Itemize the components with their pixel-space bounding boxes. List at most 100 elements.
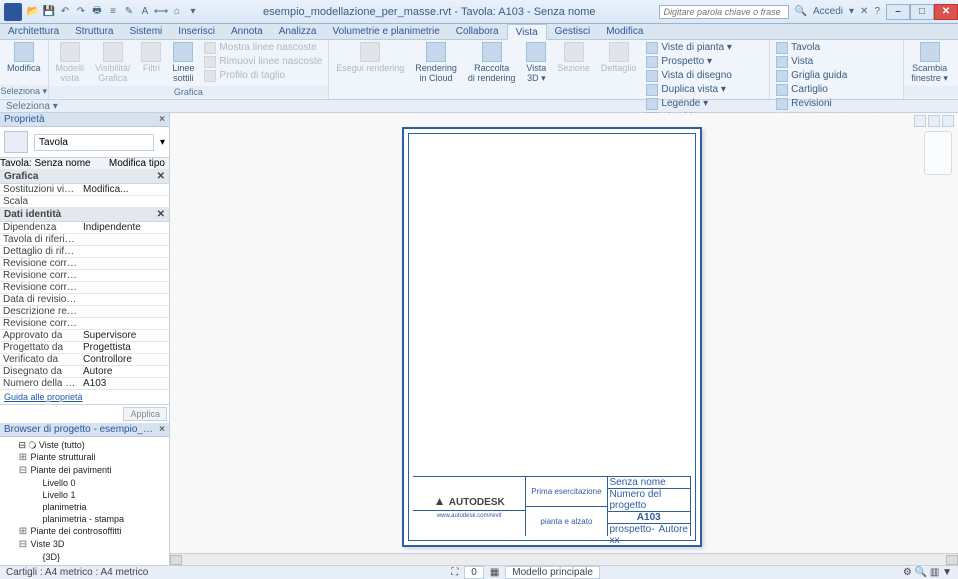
ribbon-tab[interactable]: Sistemi — [122, 24, 171, 39]
tree-item[interactable]: Livello 0 — [4, 477, 165, 489]
ribbon-small-button[interactable]: Prospetto ▾ — [643, 55, 766, 69]
minimize-button[interactable]: – — [886, 4, 910, 20]
ribbon-small-button[interactable]: Vista di disegno — [643, 69, 766, 83]
tree-item[interactable]: Livello 1 — [4, 489, 165, 501]
property-row[interactable]: Verificato daControllore — [0, 354, 169, 366]
close-button[interactable]: ✕ — [934, 4, 958, 20]
property-row[interactable]: Dettaglio di riferimento — [0, 246, 169, 258]
qat-icon[interactable]: ⌂ — [170, 5, 184, 19]
property-value[interactable]: Autore — [80, 366, 169, 377]
status-icon[interactable]: ▦ — [490, 567, 499, 578]
qat-open-icon[interactable]: 📂 — [26, 5, 40, 19]
search-icon[interactable]: 🔍 — [795, 6, 807, 17]
ribbon-button[interactable]: Scambia finestre ▾ — [907, 41, 952, 85]
help-search-input[interactable] — [659, 5, 789, 19]
qat-dropdown-icon[interactable]: ▾ — [186, 5, 200, 19]
ribbon-tab[interactable]: Gestisci — [547, 24, 599, 39]
maximize-button[interactable]: □ — [910, 4, 934, 20]
property-row[interactable]: Tavola di riferimento — [0, 234, 169, 246]
ribbon-tab[interactable]: Analizza — [271, 24, 325, 39]
ribbon-tab[interactable]: Architettura — [0, 24, 67, 39]
property-row[interactable]: Numero della tavolaA103 — [0, 378, 169, 390]
workset-selector[interactable]: Modello principale — [505, 566, 600, 579]
property-row[interactable]: Sostituzioni visibilità/grafi...Modifica… — [0, 184, 169, 196]
tree-item[interactable]: ⊟ Prospetti (Prospetto 1) — [4, 563, 165, 565]
browser-close-icon[interactable]: × — [159, 424, 165, 435]
ribbon-button[interactable]: Raccolta di rendering — [464, 41, 520, 84]
property-category[interactable]: Grafica✕ — [0, 170, 169, 184]
property-value[interactable]: Controllore — [80, 354, 169, 365]
property-row[interactable]: Data di revisione corrente — [0, 294, 169, 306]
ribbon-tab[interactable]: Inserisci — [170, 24, 223, 39]
property-row[interactable]: Revisione corrente emess... — [0, 282, 169, 294]
status-icon[interactable]: ▥ — [930, 567, 939, 578]
drawing-canvas[interactable]: ▲ AUTODESK www.autodesk.com/revit Prima … — [170, 113, 958, 565]
property-row[interactable]: Revisione corrente — [0, 318, 169, 330]
property-category[interactable]: Dati identità✕ — [0, 208, 169, 222]
qat-save-icon[interactable]: 💾 — [42, 5, 56, 19]
ribbon-button[interactable]: Vista 3D ▾ — [522, 41, 550, 85]
sheet[interactable]: ▲ AUTODESK www.autodesk.com/revit Prima … — [402, 127, 702, 547]
qat-measure-icon[interactable]: ≡ — [106, 5, 120, 19]
ribbon-tab[interactable]: Collabora — [448, 24, 507, 39]
help-icon[interactable]: ? — [874, 6, 880, 17]
property-value[interactable]: A103 — [80, 378, 169, 389]
ribbon-button[interactable]: Rendering in Cloud — [411, 41, 461, 84]
app-icon[interactable] — [4, 3, 22, 21]
type-dropdown-icon[interactable]: ▾ — [160, 137, 165, 148]
property-row[interactable]: Progettato daProgettista — [0, 342, 169, 354]
canvas-tool-icon[interactable] — [928, 115, 940, 127]
status-icon[interactable]: 🔍 — [915, 567, 927, 578]
tree-item[interactable]: planimetria — [4, 501, 165, 513]
property-row[interactable]: Revisione corrente emess... — [0, 270, 169, 282]
properties-close-icon[interactable]: × — [159, 114, 165, 125]
ribbon-small-button[interactable]: Cartiglio — [773, 83, 900, 97]
ribbon-tab[interactable]: Struttura — [67, 24, 121, 39]
status-icon[interactable]: ⛶ — [451, 567, 458, 578]
qat-undo-icon[interactable]: ↶ — [58, 5, 72, 19]
property-value[interactable]: Supervisore — [80, 330, 169, 341]
ribbon-small-button[interactable]: Tavola — [773, 41, 900, 55]
qat-icon[interactable]: A — [138, 5, 152, 19]
horizontal-scrollbar[interactable] — [170, 553, 958, 565]
select-label[interactable]: Seleziona ▾ — [6, 101, 58, 112]
ribbon-small-button[interactable]: Duplica vista ▾ — [643, 83, 766, 97]
qat-print-icon[interactable]: 🖶 — [90, 5, 104, 19]
edit-type-button[interactable]: Modifica tipo — [105, 158, 169, 169]
nav-cube[interactable] — [924, 131, 952, 175]
scroll-left-icon[interactable] — [170, 555, 182, 565]
tree-item[interactable]: {3D} — [4, 551, 165, 563]
tree-item[interactable]: ⊟ Viste 3D — [4, 538, 165, 551]
signin-dropdown-icon[interactable]: ▾ — [849, 6, 854, 17]
exchange-icon[interactable]: ✕ — [860, 6, 868, 17]
property-row[interactable]: Scala — [0, 196, 169, 208]
canvas-tool-icon[interactable] — [914, 115, 926, 127]
ribbon-button[interactable]: Modifica — [3, 41, 45, 74]
project-browser[interactable]: ⊟ 🔾 Viste (tutto)⊞ Piante strutturali⊟ P… — [0, 437, 169, 565]
status-filter-icon[interactable]: ▼ — [942, 567, 952, 578]
ribbon-button[interactable]: Linee sottili — [168, 41, 198, 84]
property-value[interactable]: Progettista — [80, 342, 169, 353]
property-value[interactable]: Modifica... — [80, 184, 169, 195]
ribbon-tab[interactable]: Modifica — [598, 24, 651, 39]
properties-help-link[interactable]: Guida alle proprietà — [0, 390, 169, 404]
qat-icon[interactable]: ⟷ — [154, 5, 168, 19]
tree-item[interactable]: planimetria - stampa — [4, 513, 165, 525]
ribbon-small-button[interactable]: Griglia guida — [773, 69, 900, 83]
canvas-tool-icon[interactable] — [942, 115, 954, 127]
property-row[interactable]: Disegnato daAutore — [0, 366, 169, 378]
property-row[interactable]: Descrizione revisione corr... — [0, 306, 169, 318]
status-segment[interactable]: 0 — [464, 566, 484, 579]
scroll-right-icon[interactable] — [946, 555, 958, 565]
tree-item[interactable]: ⊟ Piante dei pavimenti — [4, 464, 165, 477]
property-row[interactable]: DipendenzaIndipendente — [0, 222, 169, 234]
property-row[interactable]: Approvato daSupervisore — [0, 330, 169, 342]
apply-button[interactable]: Applica — [123, 407, 167, 421]
ribbon-small-button[interactable]: Vista — [773, 55, 900, 69]
property-row[interactable]: Revisione corrente emessa — [0, 258, 169, 270]
qat-redo-icon[interactable]: ↷ — [74, 5, 88, 19]
ribbon-tab[interactable]: Volumetrie e planimetrie — [325, 24, 448, 39]
ribbon-tab[interactable]: Annota — [223, 24, 271, 39]
ribbon-small-button[interactable]: Viste di pianta ▾ — [643, 41, 766, 55]
type-selector[interactable]: Tavola — [34, 134, 154, 151]
